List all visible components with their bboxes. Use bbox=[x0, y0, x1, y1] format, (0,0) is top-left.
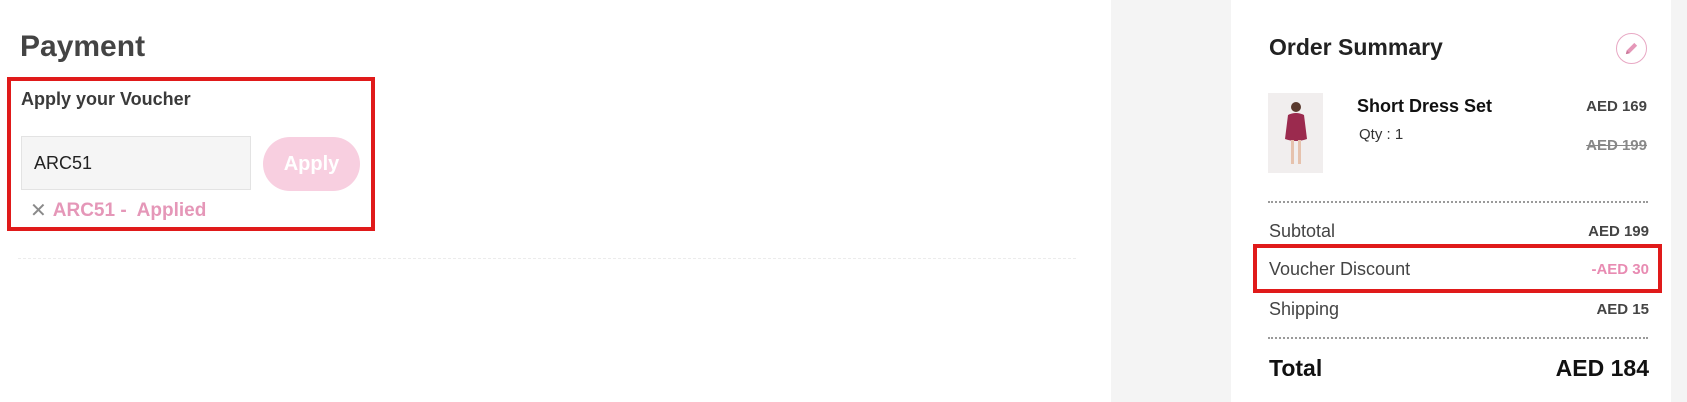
voucher-heading: Apply your Voucher bbox=[21, 89, 191, 109]
total-label: Total bbox=[1269, 355, 1323, 381]
page-gutter bbox=[1111, 0, 1231, 402]
voucher-section: Apply your Voucher Apply ✕ ARC51 - Appli… bbox=[7, 77, 375, 231]
voucher-discount-row: Voucher Discount -AED 30 bbox=[1269, 259, 1649, 280]
product-original-price: AED 199 bbox=[1586, 137, 1647, 154]
order-summary-panel: Order Summary Short Dress Set Qty : 1 AE… bbox=[1231, 0, 1671, 402]
product-thumbnail[interactable] bbox=[1268, 93, 1323, 173]
apply-voucher-button[interactable]: Apply bbox=[263, 137, 360, 191]
shipping-row: Shipping AED 15 bbox=[1269, 299, 1649, 320]
pencil-icon bbox=[1625, 42, 1638, 55]
subtotal-value: AED 199 bbox=[1588, 223, 1649, 240]
total-value: AED 184 bbox=[1555, 355, 1649, 381]
payment-title: Payment bbox=[20, 30, 146, 63]
edit-order-button[interactable] bbox=[1616, 33, 1647, 64]
shipping-value: AED 15 bbox=[1596, 301, 1649, 318]
voucher-code-input[interactable] bbox=[21, 136, 251, 190]
summary-divider bbox=[1268, 201, 1648, 203]
applied-voucher-label: Applied bbox=[136, 199, 207, 221]
summary-divider bbox=[1268, 337, 1648, 339]
total-row: Total AED 184 bbox=[1269, 355, 1649, 382]
voucher-discount-value: -AED 30 bbox=[1591, 261, 1649, 278]
order-summary-title: Order Summary bbox=[1269, 34, 1443, 60]
subtotal-label: Subtotal bbox=[1269, 221, 1336, 241]
checkout-page: Payment Apply your Voucher Apply ✕ ARC51… bbox=[0, 0, 1687, 402]
page-gutter-right bbox=[1671, 0, 1687, 402]
applied-voucher-status: ✕ ARC51 - Applied bbox=[30, 198, 206, 223]
voucher-discount-label: Voucher Discount bbox=[1269, 259, 1411, 279]
section-divider bbox=[18, 258, 1076, 259]
product-name[interactable]: Short Dress Set bbox=[1357, 96, 1492, 117]
applied-voucher-code: ARC51 - bbox=[52, 199, 127, 221]
close-icon[interactable]: ✕ bbox=[30, 198, 47, 223]
product-price: AED 169 bbox=[1586, 98, 1647, 115]
subtotal-row: Subtotal AED 199 bbox=[1269, 221, 1649, 242]
shipping-label: Shipping bbox=[1269, 299, 1340, 319]
product-quantity: Qty : 1 bbox=[1359, 126, 1404, 143]
